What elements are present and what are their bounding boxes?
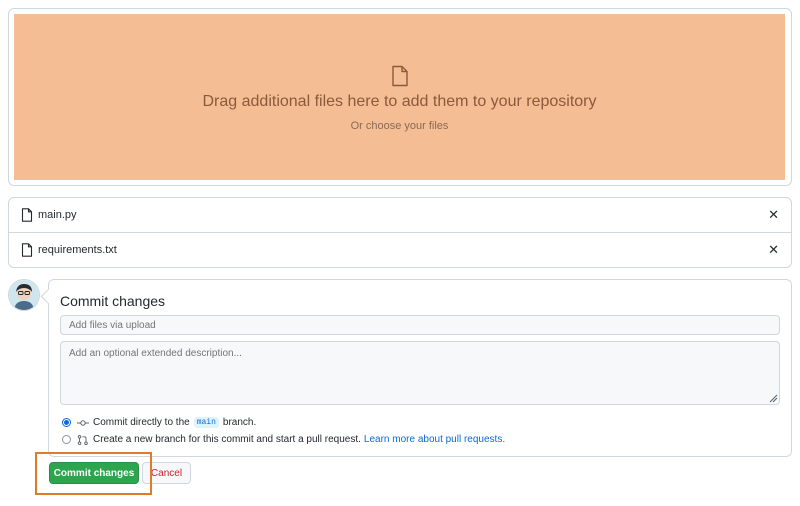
new-branch-option[interactable]: Create a new branch for this commit and … [62,434,505,445]
git-commit-icon [77,419,89,426]
file-row: requirements.txt ✕ [9,232,791,267]
file-icon [21,243,33,257]
avatar [8,279,40,311]
resize-handle-icon[interactable] [768,393,778,403]
git-pull-request-icon [77,434,88,445]
file-name: main.py [38,209,77,221]
choose-files-link[interactable]: Or choose your files [351,120,449,132]
commit-direct-suffix: branch. [222,417,257,428]
file-icon [391,65,408,87]
file-row: main.py ✕ [9,198,791,232]
uploaded-files-list: main.py ✕ requirements.txt ✕ [8,197,792,268]
file-icon [21,208,33,222]
learn-more-pull-requests-link[interactable]: Learn more about pull requests. [364,434,505,445]
commit-title: Commit changes [60,293,166,309]
branch-name: main [193,417,219,428]
commit-description-textarea[interactable] [60,341,780,405]
radio-new-branch[interactable] [62,435,71,444]
file-name: requirements.txt [38,244,117,256]
commit-form: Commit changes Commit directly to the ma… [48,279,792,457]
commit-direct-prefix: Commit directly to the [93,417,190,428]
commit-summary-input[interactable] [60,315,780,335]
remove-file-close-icon[interactable]: ✕ [768,242,779,258]
file-dropzone[interactable]: Drag additional files here to add them t… [14,14,785,180]
dropzone-title: Drag additional files here to add them t… [202,93,597,110]
commit-direct-option[interactable]: Commit directly to the main branch. [62,417,256,428]
file-dropzone-container: Drag additional files here to add them t… [8,8,792,186]
commit-changes-button[interactable]: Commit changes [49,462,139,484]
radio-commit-direct[interactable] [62,418,71,427]
new-branch-text: Create a new branch for this commit and … [93,434,361,445]
remove-file-close-icon[interactable]: ✕ [768,207,779,223]
cancel-button[interactable]: Cancel [142,462,191,484]
